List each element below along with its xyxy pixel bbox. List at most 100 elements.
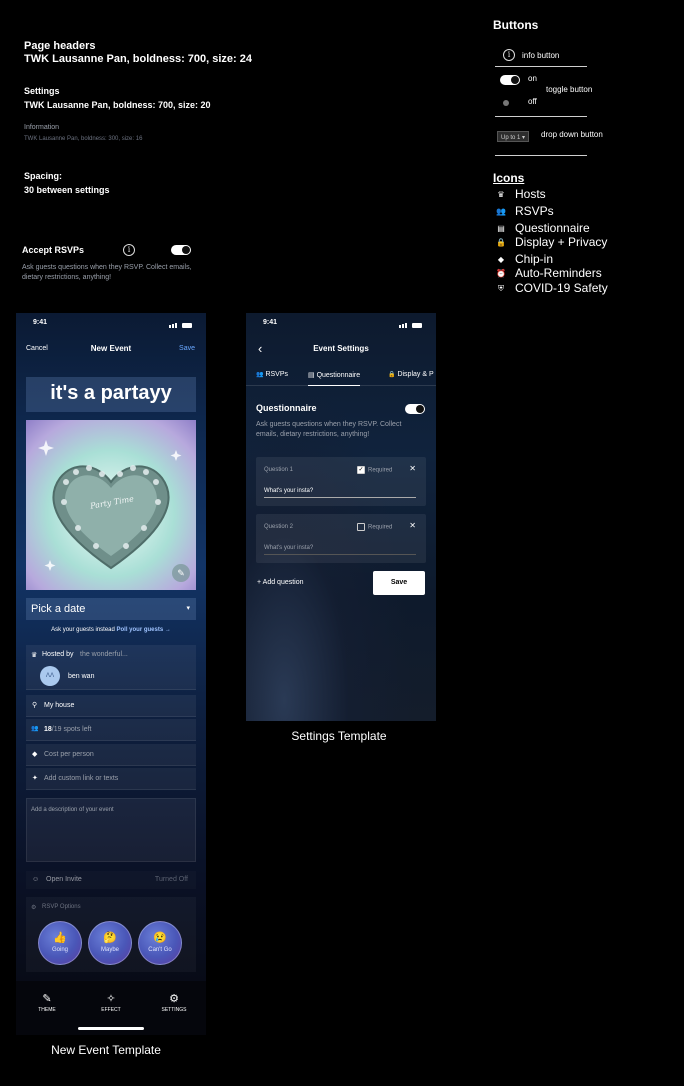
- gear-icon: ⚙: [31, 905, 37, 911]
- save-button[interactable]: Save: [373, 571, 425, 595]
- add-question-button[interactable]: + Add question: [257, 579, 304, 586]
- icon-legend-item: ⛨ COVID-19 Safety: [493, 281, 608, 295]
- icon-legend-item: ▤ Questionnaire: [493, 221, 590, 235]
- tag-icon: ◆: [497, 255, 505, 265]
- new-event-caption: New Event Template: [51, 1043, 161, 1057]
- accept-rsvps-title: Accept RSVPs: [22, 245, 85, 255]
- tab-display-privacy[interactable]: 🔒 Display & P: [388, 371, 434, 378]
- poll-link[interactable]: Poll your guests →: [117, 627, 171, 633]
- tab-divider: [246, 385, 436, 386]
- page-title: New Event: [90, 344, 132, 353]
- info-icon[interactable]: i: [123, 244, 135, 256]
- cost-placeholder: Cost per person: [44, 751, 94, 758]
- legend-divider: [495, 116, 587, 117]
- toggle-off-sample[interactable]: [500, 98, 520, 108]
- buttons-legend-title: Buttons: [493, 18, 539, 32]
- question-card: Question 2 Required ✕ What's your insta?: [256, 514, 426, 563]
- sad-face-icon: 😢: [153, 932, 167, 944]
- accept-rsvps-toggle[interactable]: [171, 245, 191, 255]
- info-button-label: info button: [522, 51, 560, 60]
- close-icon[interactable]: ✕: [409, 521, 416, 530]
- settings-label: Settings: [24, 86, 60, 96]
- hosted-by-placeholder: the wonderful...: [80, 651, 128, 658]
- spacing-label: Spacing:: [24, 171, 63, 181]
- rsvp-maybe-button[interactable]: 🤔 Maybe: [88, 921, 132, 965]
- question-answer-input[interactable]: What's your insta?: [264, 488, 416, 498]
- signal-icon: [168, 321, 196, 328]
- sparkle-icon: ✦: [32, 775, 38, 782]
- close-icon[interactable]: ✕: [409, 464, 416, 473]
- poll-prefix: Ask your guests instead: [51, 627, 115, 633]
- questionnaire-toggle[interactable]: [405, 404, 425, 414]
- signal-icon: [398, 321, 426, 328]
- new-event-phone: 9:41 Cancel New Event Save it's a partay…: [16, 313, 206, 1035]
- save-button[interactable]: Save: [179, 345, 195, 352]
- checkbox-icon: [357, 523, 365, 531]
- spots-text: 18/19 spots left: [44, 726, 92, 733]
- people-icon: 👥: [496, 207, 506, 217]
- section-description: Ask guests questions when they RSVP. Col…: [256, 421, 402, 438]
- event-name: it's a partayy: [50, 382, 172, 404]
- location-row[interactable]: ⚲ My house: [26, 695, 196, 717]
- required-checkbox[interactable]: ✓ Required: [357, 466, 392, 474]
- rsvp-going-button[interactable]: 👍 Going: [38, 921, 82, 965]
- magic-wand-icon: ✧: [106, 993, 116, 1005]
- event-name-field[interactable]: it's a partayy: [26, 377, 196, 412]
- page-headers-label: Page headers: [24, 40, 96, 52]
- custom-link-placeholder: Add custom link or texts: [44, 775, 119, 782]
- icon-legend-item: ♛ Hosts: [493, 187, 545, 201]
- page-title: Event Settings: [313, 344, 369, 353]
- icon-legend-item: 🔒 Display + Privacy: [493, 235, 607, 249]
- form-icon: ▤: [308, 372, 315, 379]
- legend-divider: [495, 66, 587, 67]
- question-label: Question 2: [264, 524, 294, 530]
- status-time: 9:41: [263, 319, 278, 326]
- tab-effect[interactable]: ✧ EFFECT: [91, 992, 131, 1013]
- cost-row[interactable]: ◆ Cost per person: [26, 744, 196, 766]
- rsvp-cant-go-button[interactable]: 😢 Can't Go: [138, 921, 182, 965]
- rsvp-options-label: RSVP Options: [42, 904, 81, 910]
- pick-date-label: Pick a date: [31, 603, 86, 615]
- edit-pencil-icon[interactable]: ✎: [172, 564, 190, 582]
- date-picker[interactable]: Pick a date ▾: [26, 598, 196, 620]
- status-time: 9:41: [33, 319, 48, 326]
- open-invite-icon: ☺: [32, 876, 40, 883]
- tab-rsvps[interactable]: 👥 RSVPs: [256, 371, 288, 378]
- alarm-icon: ⏰: [496, 269, 506, 279]
- location-pin-icon: ⚲: [32, 702, 38, 709]
- toggle-on-sample[interactable]: [500, 75, 520, 85]
- custom-link-row[interactable]: ✦ Add custom link or texts: [26, 768, 196, 790]
- tag-icon: ◆: [32, 751, 38, 758]
- event-cover-image[interactable]: Party Time ✎: [26, 420, 196, 590]
- tab-theme[interactable]: ✎ THEME: [27, 992, 67, 1013]
- icon-legend-item: ⏰ Auto-Reminders: [493, 266, 602, 280]
- people-icon: 👥: [256, 372, 264, 378]
- open-invite-state: Turned Off: [154, 876, 188, 883]
- question-label: Question 1: [264, 467, 294, 473]
- info-button-sample[interactable]: i: [503, 49, 515, 61]
- dropdown-sample[interactable]: Up to 1 ▾: [497, 131, 530, 142]
- question-answer-input[interactable]: What's your insta?: [264, 545, 416, 555]
- open-invite-label: Open Invite: [46, 876, 82, 883]
- settings-spec: TWK Lausanne Pan, boldness: 700, size: 2…: [24, 100, 211, 110]
- section-title: Questionnaire: [256, 403, 317, 413]
- people-icon: 👥: [31, 726, 39, 732]
- settings-caption: Settings Template: [291, 729, 387, 743]
- tab-questionnaire[interactable]: ▤ Questionnaire: [308, 371, 361, 386]
- spots-row[interactable]: 👥 18/19 spots left: [26, 719, 196, 741]
- toggle-on-label: on: [528, 74, 537, 83]
- hosted-by-row[interactable]: ♛ Hosted by the wonderful... ᐱᐱ ben wan: [26, 645, 196, 690]
- thinking-face-icon: 🤔: [103, 932, 117, 944]
- lock-icon: 🔒: [388, 372, 396, 378]
- tab-settings[interactable]: ⚙ SETTINGS: [154, 992, 194, 1013]
- accept-rsvps-description: Ask guests questions when they RSVP. Col…: [22, 264, 192, 281]
- information-label: Information: [24, 124, 60, 131]
- icon-legend-item: ◆ Chip-in: [493, 252, 553, 266]
- rsvp-options-panel: ⚙ RSVP Options 👍 Going 🤔 Maybe 😢 Can't Go: [26, 897, 196, 972]
- lock-icon: 🔒: [496, 238, 506, 248]
- toggle-off-label: off: [528, 97, 537, 106]
- gear-icon: ⚙: [169, 993, 179, 1005]
- required-checkbox[interactable]: Required: [357, 523, 392, 531]
- description-field[interactable]: Add a description of your event: [26, 798, 196, 862]
- open-invite-row[interactable]: ☺ Open Invite Turned Off: [26, 871, 196, 889]
